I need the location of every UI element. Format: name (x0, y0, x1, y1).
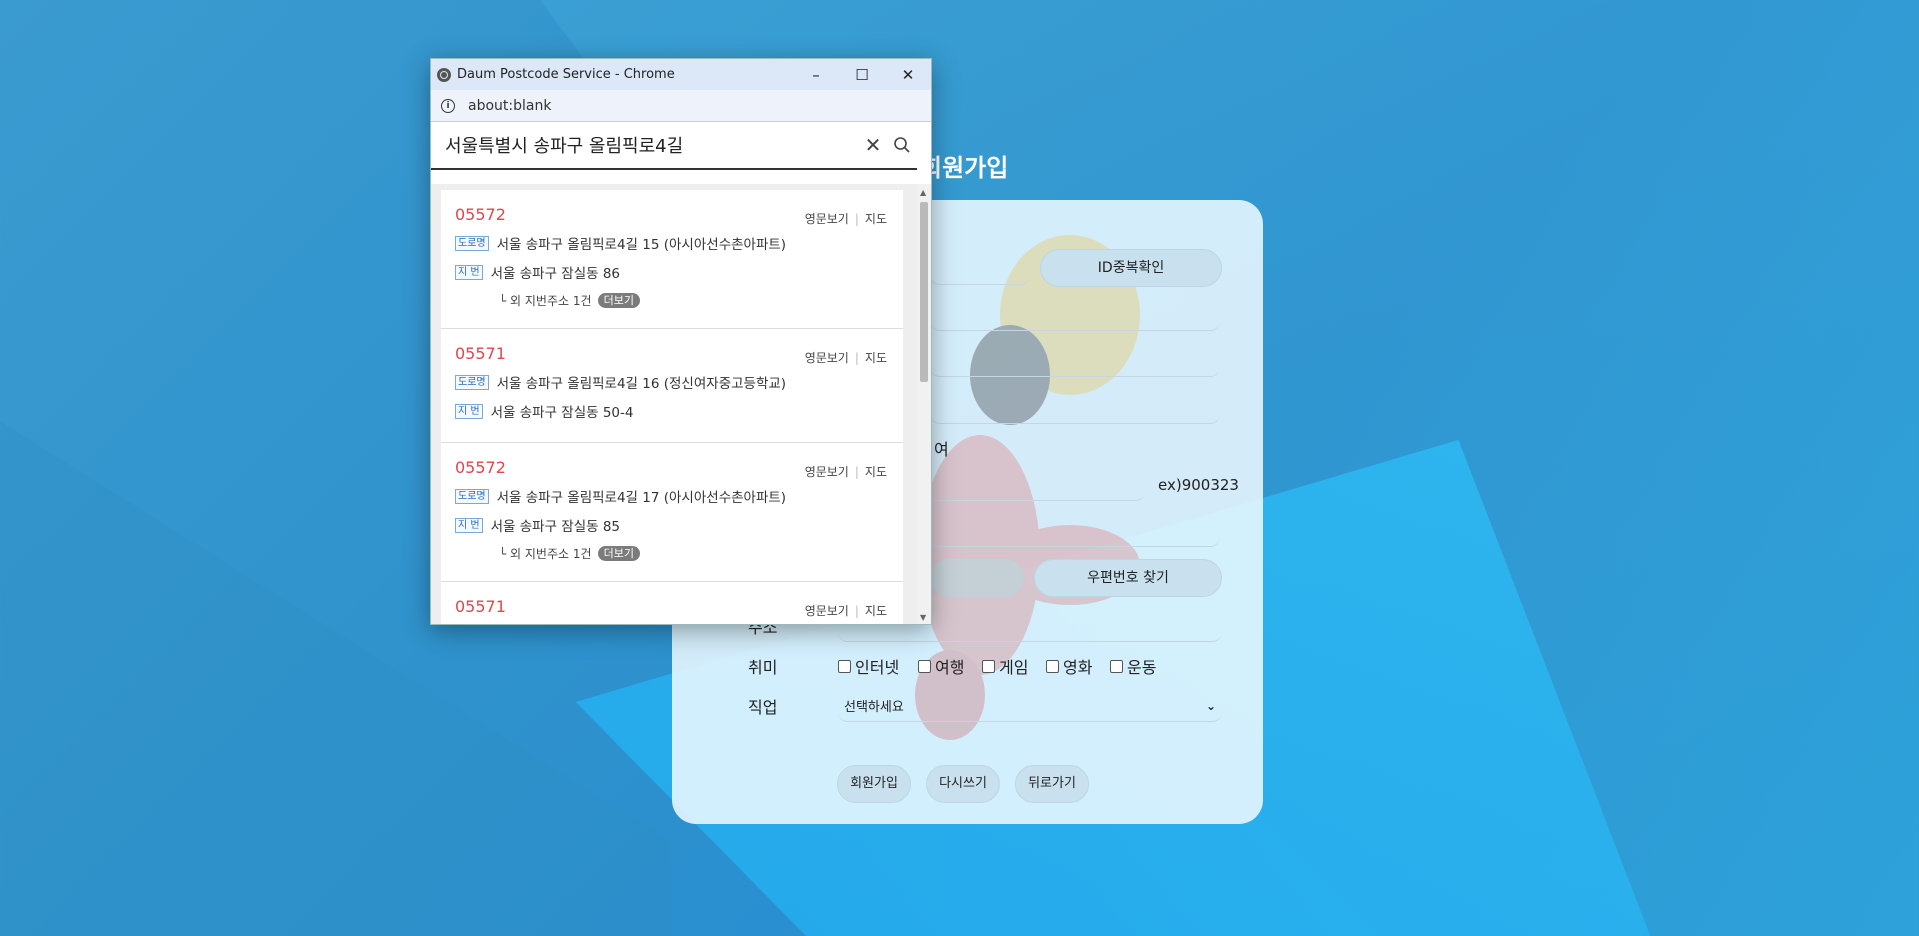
id-check-button[interactable]: ID중복확인 (1040, 249, 1222, 287)
item-links: 영문보기 | 지도 (804, 351, 887, 365)
zip-code[interactable]: 05572 (455, 205, 506, 224)
scroll-down-icon[interactable]: ▼ (920, 613, 926, 622)
address-bar[interactable]: i about:blank (431, 90, 931, 122)
map-link[interactable]: 지도 (865, 604, 887, 618)
hobby-internet-checkbox[interactable]: 인터넷 (838, 654, 899, 678)
zip-code[interactable]: 05572 (455, 458, 506, 477)
search-icon[interactable] (887, 136, 917, 154)
url-text: about:blank (468, 97, 552, 114)
road-tag: 도로명 (455, 488, 489, 504)
postcode-search-bar[interactable]: 서울특별시 송파구 올림픽로4길 ✕ (431, 122, 917, 170)
results-scrollbar[interactable]: ▲ ▼ (917, 184, 931, 624)
zip-code[interactable]: 05571 (455, 597, 506, 616)
close-icon[interactable]: ✕ (885, 59, 931, 90)
postcode-field[interactable] (930, 559, 1024, 597)
hobby-game-checkbox[interactable]: 게임 (982, 654, 1028, 678)
item-links: 영문보기 | 지도 (804, 212, 887, 226)
search-input[interactable]: 서울특별시 송파구 올림픽로4길 (431, 132, 859, 158)
road-address-row[interactable]: 도로명 서울 송파구 올림픽로4길 17 (아시아선수촌아파트) (455, 486, 786, 506)
id-field[interactable] (930, 266, 1030, 285)
page-title: 회원가입 (920, 154, 1009, 182)
checkbox-icon[interactable] (1046, 659, 1059, 673)
english-link[interactable]: 영문보기 (805, 465, 849, 479)
postcode-search-button[interactable]: 우편번호 찾기 (1034, 559, 1222, 597)
jibun-address-row[interactable]: 지 번 서울 송파구 잠실동 85 (455, 515, 620, 535)
birth-hint: ex)900323 (1158, 476, 1239, 494)
password-confirm-field[interactable] (930, 358, 1220, 377)
hobby-travel-checkbox[interactable]: 여행 (918, 654, 964, 678)
clear-icon[interactable]: ✕ (859, 133, 887, 157)
job-select[interactable]: 선택하세요 ⌄ (838, 690, 1222, 722)
email-field[interactable] (930, 528, 1220, 547)
gender-female-label[interactable]: 여 (934, 436, 949, 460)
hobby-sports-checkbox[interactable]: 운동 (1110, 654, 1156, 678)
zip-code[interactable]: 05571 (455, 344, 506, 363)
checkbox-icon[interactable] (1110, 659, 1123, 673)
checkbox-icon[interactable] (918, 659, 931, 673)
item-links: 영문보기 | 지도 (804, 604, 887, 618)
scroll-up-icon[interactable]: ▲ (920, 188, 926, 197)
list-item[interactable]: 05572 영문보기 | 지도 도로명 서울 송파구 올림픽로4길 15 (아시아선수… (441, 190, 903, 329)
results-list: 05572 영문보기 | 지도 도로명 서울 송파구 올림픽로4길 15 (아시아선수… (431, 184, 917, 624)
birth-field[interactable] (930, 482, 1145, 501)
reset-button[interactable]: 다시쓰기 (926, 765, 1000, 803)
password-field[interactable] (930, 312, 1220, 331)
window-titlebar[interactable]: Daum Postcode Service - Chrome – ☐ ✕ (431, 59, 931, 90)
jibun-address-row[interactable]: 지 번 서울 송파구 잠실동 86 (455, 262, 620, 282)
chevron-down-icon: ⌄ (1205, 698, 1216, 713)
postcode-popup-window: Daum Postcode Service - Chrome – ☐ ✕ i a… (430, 58, 932, 625)
road-address-row[interactable]: 도로명 서울 송파구 올림픽로4길 16 (정신여자중고등학교) (455, 372, 786, 392)
info-icon[interactable]: i (441, 98, 455, 113)
english-link[interactable]: 영문보기 (805, 604, 849, 618)
jibun-tag: 지 번 (455, 403, 483, 419)
hobby-label: 취미 (748, 658, 778, 677)
road-address-row[interactable]: 도로명 서울 송파구 올림픽로4길 15 (아시아선수촌아파트) (455, 233, 786, 253)
jibun-tag: 지 번 (455, 264, 483, 280)
maximize-icon[interactable]: ☐ (839, 59, 885, 90)
name-field[interactable] (930, 405, 1220, 424)
road-tag: 도로명 (455, 235, 489, 251)
list-item[interactable]: 05572 영문보기 | 지도 도로명 서울 송파구 올림픽로4길 17 (아시아선수… (441, 443, 903, 582)
english-link[interactable]: 영문보기 (805, 212, 849, 226)
other-jibun-row: └ 외 지번주소 1건 더보기 (499, 545, 640, 562)
scrollbar-thumb[interactable] (920, 202, 928, 382)
globe-icon (437, 67, 451, 82)
checkbox-icon[interactable] (838, 659, 851, 673)
address-field[interactable] (838, 623, 1222, 642)
map-link[interactable]: 지도 (865, 465, 887, 479)
jibun-address-row[interactable]: 지 번 서울 송파구 잠실동 50-4 (455, 401, 633, 421)
list-item[interactable]: 05571 영문보기|지도 도로명 (441, 582, 903, 624)
road-tag: 도로명 (455, 374, 489, 390)
map-link[interactable]: 지도 (865, 212, 887, 226)
window-title: Daum Postcode Service - Chrome (457, 67, 675, 82)
other-jibun-row: └ 외 지번주소 1건 더보기 (499, 292, 640, 309)
english-link[interactable]: 영문보기 (805, 351, 849, 365)
job-label: 직업 (748, 698, 778, 717)
item-links: 영문보기 | 지도 (804, 465, 887, 479)
more-button[interactable]: 더보기 (597, 293, 640, 308)
map-link[interactable]: 지도 (865, 351, 887, 365)
list-item[interactable]: 05571 영문보기 | 지도 도로명 서울 송파구 올림픽로4길 16 (정신여자중… (441, 329, 903, 443)
more-button[interactable]: 더보기 (597, 546, 640, 561)
hobby-movie-checkbox[interactable]: 영화 (1046, 654, 1092, 678)
checkbox-icon[interactable] (982, 659, 995, 673)
minimize-icon[interactable]: – (793, 59, 839, 90)
submit-button[interactable]: 회원가입 (837, 765, 911, 803)
back-button[interactable]: 뒤로가기 (1015, 765, 1089, 803)
jibun-tag: 지 번 (455, 517, 483, 533)
